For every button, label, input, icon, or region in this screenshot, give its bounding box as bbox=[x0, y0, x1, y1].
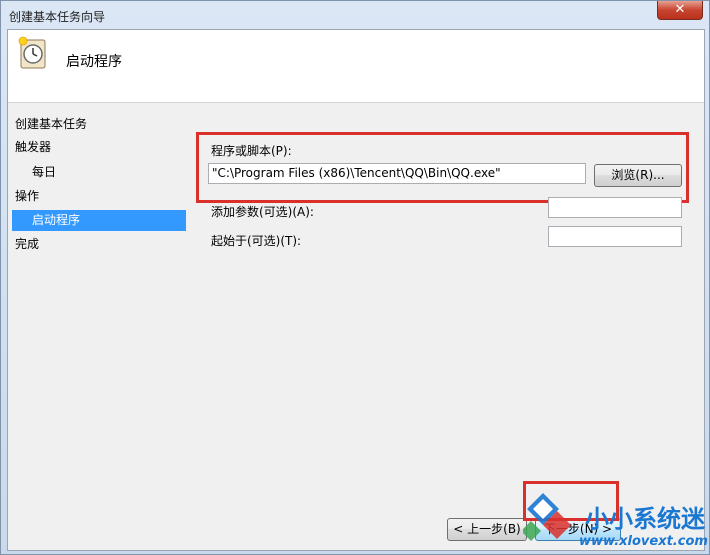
arguments-label: 添加参数(可选)(A): bbox=[211, 205, 314, 219]
header-divider bbox=[8, 102, 704, 103]
back-button[interactable]: < 上一步(B) bbox=[447, 518, 527, 541]
nav-step-create-task: 创建基本任务 bbox=[15, 117, 88, 131]
program-path-input[interactable]: "C:\Program Files (x86)\Tencent\QQ\Bin\Q… bbox=[208, 163, 586, 184]
window-title: 创建基本任务向导 bbox=[9, 10, 106, 24]
nav-step-daily: 每日 bbox=[32, 165, 57, 179]
watermark-mark-icon bbox=[523, 493, 571, 541]
nav-step-action: 操作 bbox=[15, 189, 40, 203]
nav-step-trigger: 触发器 bbox=[15, 140, 52, 154]
nav-step-finish: 完成 bbox=[15, 237, 40, 251]
arguments-input[interactable] bbox=[548, 197, 682, 218]
browse-button[interactable]: 浏览(R)... bbox=[594, 164, 682, 187]
start-in-input[interactable] bbox=[548, 226, 682, 247]
clock-task-icon bbox=[18, 36, 46, 69]
program-label: 程序或脚本(P): bbox=[211, 144, 292, 158]
close-button[interactable]: ✕ bbox=[657, 1, 703, 20]
watermark-url-text: www.xlovext.com bbox=[579, 534, 708, 549]
page-title: 启动程序 bbox=[66, 54, 122, 70]
start-in-label: 起始于(可选)(T): bbox=[211, 234, 302, 248]
nav-step-start-program: 启动程序 bbox=[12, 210, 186, 231]
wizard-header: 启动程序 bbox=[8, 30, 704, 102]
wizard-window: 创建基本任务向导 ✕ 启动程序 创建基本任务 触发器 每日 操作 启动程序 完成… bbox=[0, 0, 710, 555]
watermark-cn-text: 小小系统迷 bbox=[585, 505, 706, 533]
title-bar[interactable]: 创建基本任务向导 ✕ bbox=[1, 1, 709, 29]
watermark-logo: 小小系统迷 www.xlovext.com bbox=[523, 493, 708, 549]
